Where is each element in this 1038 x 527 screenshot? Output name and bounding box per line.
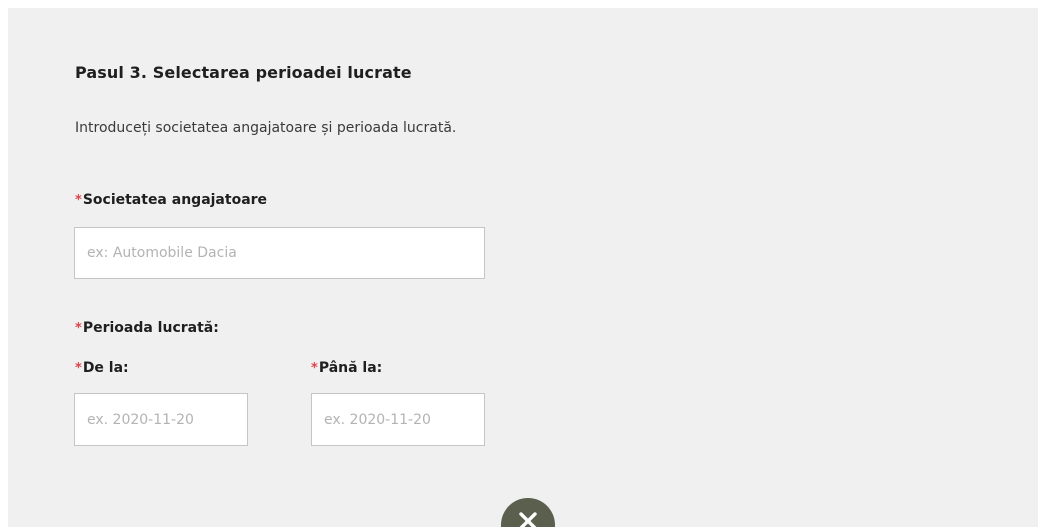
company-label-text: Societatea angajatoare xyxy=(82,192,268,208)
period-label-text: Perioada lucrată: xyxy=(82,320,219,336)
required-marker: * xyxy=(75,193,82,208)
to-label: *Până la: xyxy=(311,360,382,376)
company-input[interactable] xyxy=(74,227,485,279)
close-button[interactable] xyxy=(501,498,555,527)
step-panel: Pasul 3. Selectarea perioadei lucrate In… xyxy=(8,8,1038,527)
step-description: Introduceți societatea angajatoare și pe… xyxy=(75,120,457,136)
required-marker: * xyxy=(311,361,318,376)
step-title: Pasul 3. Selectarea perioadei lucrate xyxy=(75,63,412,82)
close-icon xyxy=(519,512,537,527)
from-date-input[interactable] xyxy=(74,393,248,446)
to-label-text: Până la: xyxy=(318,360,383,376)
period-label: *Perioada lucrată: xyxy=(75,320,219,336)
from-label: *De la: xyxy=(75,360,129,376)
company-label: *Societatea angajatoare xyxy=(75,192,267,208)
from-label-text: De la: xyxy=(82,360,129,376)
to-date-input[interactable] xyxy=(311,393,485,446)
required-marker: * xyxy=(75,321,82,336)
required-marker: * xyxy=(75,361,82,376)
